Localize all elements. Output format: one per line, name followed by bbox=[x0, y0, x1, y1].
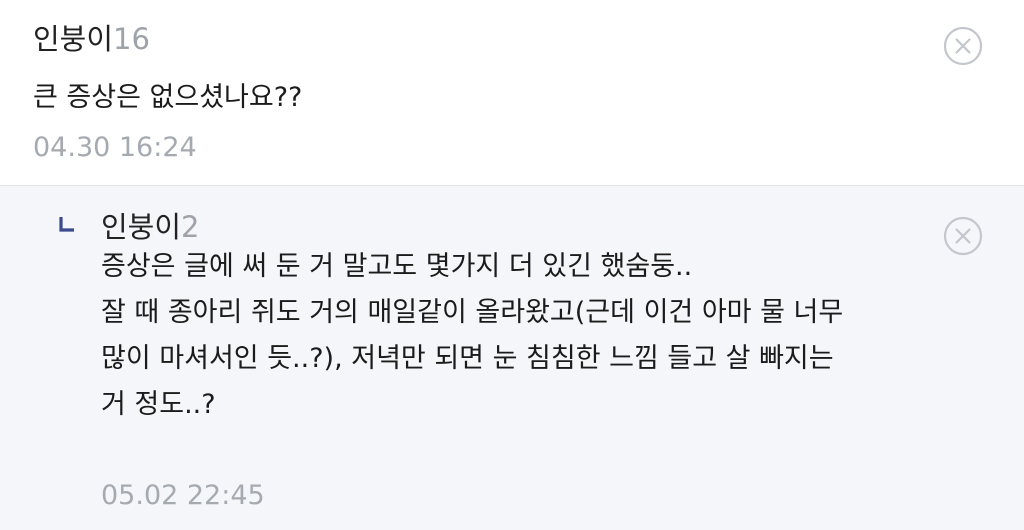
reply-text: 증상은 글에 써 둔 거 말고도 몇가지 더 있긴 했숨둥.. 잘 때 종아리 … bbox=[101, 244, 843, 428]
comment-author-name: 인붕이 bbox=[33, 22, 114, 56]
comment-text: 큰 증상은 없으셨나요?? bbox=[33, 82, 303, 113]
delete-reply-button[interactable] bbox=[943, 216, 983, 256]
reply-corner-icon bbox=[58, 216, 76, 234]
comment-timestamp: 04.30 16:24 bbox=[33, 132, 197, 163]
delete-comment-button[interactable] bbox=[943, 26, 983, 66]
reply-text-line: 잘 때 종아리 쥐도 거의 매일같이 올라왔고(근데 이건 아마 물 너무 bbox=[101, 297, 844, 328]
reply-author[interactable]: 인붕이2 bbox=[101, 213, 200, 242]
reply-text-line: 거 정도..? bbox=[101, 389, 216, 420]
comment-item: 인붕이16 큰 증상은 없으셨나요?? 04.30 16:24 bbox=[0, 0, 1024, 185]
comment-thread: 인붕이16 큰 증상은 없으셨나요?? 04.30 16:24 인붕이2 증상은… bbox=[0, 0, 1024, 530]
comment-author[interactable]: 인붕이16 bbox=[33, 25, 150, 54]
reply-text-line: 증상은 글에 써 둔 거 말고도 몇가지 더 있긴 했숨둥.. bbox=[101, 251, 693, 282]
close-circle-icon bbox=[943, 216, 983, 256]
reply-timestamp: 05.02 22:45 bbox=[101, 480, 265, 511]
reply-text-line: 많이 마셔서인 듯..?), 저녁만 되면 눈 침침한 느낌 들고 살 빠지는 bbox=[101, 343, 834, 374]
reply-author-suffix: 2 bbox=[181, 210, 200, 244]
close-circle-icon bbox=[943, 26, 983, 66]
reply-author-name: 인붕이 bbox=[101, 210, 182, 244]
reply-item: 인붕이2 증상은 글에 써 둔 거 말고도 몇가지 더 있긴 했숨둥.. 잘 때… bbox=[0, 185, 1024, 530]
comment-author-suffix: 16 bbox=[113, 22, 150, 56]
